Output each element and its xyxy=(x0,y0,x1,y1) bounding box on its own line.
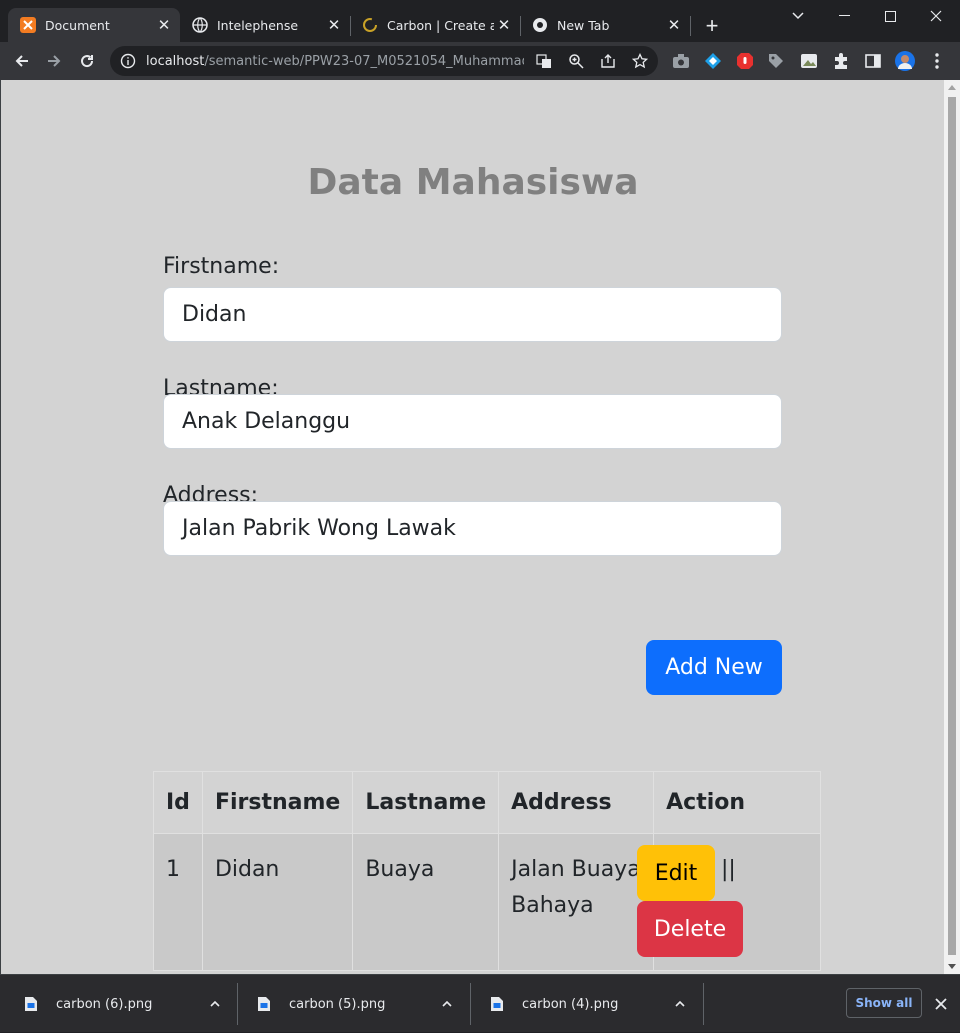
scroll-up-icon[interactable] xyxy=(948,85,956,90)
download-filename: carbon (4).png xyxy=(522,996,619,1012)
profile-avatar[interactable] xyxy=(895,51,915,71)
add-new-button[interactable]: Add New xyxy=(646,640,782,695)
tab-carbon[interactable]: Carbon | Create and ✕ xyxy=(350,8,520,42)
bookmark-star-icon[interactable] xyxy=(632,53,648,69)
chrome-icon xyxy=(532,17,548,33)
show-all-button[interactable]: Show all xyxy=(846,988,922,1018)
download-item[interactable]: carbon (4).png xyxy=(490,975,696,1033)
download-filename: carbon (6).png xyxy=(56,996,153,1012)
chevron-up-icon[interactable] xyxy=(208,997,222,1011)
camera-extension-icon[interactable] xyxy=(672,52,690,70)
close-downloads-icon[interactable] xyxy=(932,995,950,1013)
tab-search-icon[interactable] xyxy=(775,0,821,32)
page-viewport: Data Mahasiswa Firstname: Didan Lastname… xyxy=(0,80,960,974)
zoom-icon[interactable] xyxy=(568,53,584,69)
cell-firstname: Didan xyxy=(201,833,354,971)
globe-icon xyxy=(192,17,208,33)
close-tab-icon[interactable]: ✕ xyxy=(664,15,684,35)
action-separator: || xyxy=(721,857,736,882)
page-title: Data Mahasiswa xyxy=(307,162,639,203)
tab-divider xyxy=(690,16,691,36)
minimize-icon[interactable] xyxy=(821,0,867,32)
cell-lastname: Buaya xyxy=(352,833,500,971)
close-tab-icon[interactable]: ✕ xyxy=(324,15,344,35)
firstname-input[interactable]: Didan xyxy=(163,287,782,342)
maximize-icon[interactable] xyxy=(867,0,913,32)
download-item[interactable]: carbon (6).png xyxy=(24,975,230,1033)
tab-title: Document xyxy=(45,17,110,33)
cell-address: Jalan Buaya Bahaya xyxy=(498,833,655,971)
scrollbar-thumb[interactable] xyxy=(948,97,956,955)
address-bar[interactable]: localhost/semantic-web/PPW23-07_M0521054… xyxy=(110,46,658,76)
page-scrollbar[interactable] xyxy=(944,80,960,974)
reload-icon[interactable] xyxy=(73,47,101,75)
screenshot-extension-icon[interactable] xyxy=(800,52,818,70)
tab-new-tab[interactable]: New Tab ✕ xyxy=(520,8,690,42)
edit-button[interactable]: Edit xyxy=(637,845,715,901)
site-info-icon[interactable] xyxy=(120,53,136,69)
chevron-up-icon[interactable] xyxy=(673,997,687,1011)
carbon-icon xyxy=(362,17,378,33)
xampp-icon xyxy=(20,17,36,33)
firstname-label: Firstname: xyxy=(163,254,280,279)
download-divider xyxy=(470,983,471,1025)
file-image-icon xyxy=(258,997,270,1011)
cell-id: 1 xyxy=(153,833,203,971)
downloads-bar: carbon (6).png carbon (5).png carbon (4)… xyxy=(0,974,960,1032)
menu-kebab-icon[interactable] xyxy=(928,52,946,70)
table-header-row: Id Firstname Lastname Address Action xyxy=(153,771,822,834)
delete-button[interactable]: Delete xyxy=(637,901,743,957)
adblock-extension-icon[interactable] xyxy=(736,52,754,70)
url-host: localhost xyxy=(146,53,205,69)
browser-toolbar: localhost/semantic-web/PPW23-07_M0521054… xyxy=(0,42,960,80)
url-path: /semantic-web/PPW23-07_M0521054_Muhammad… xyxy=(204,53,524,69)
download-item[interactable]: carbon (5).png xyxy=(257,975,463,1033)
tab-document[interactable]: Document ✕ xyxy=(8,8,180,42)
column-header-action: Action xyxy=(653,771,822,834)
lastname-input[interactable]: Anak Delanggu xyxy=(163,394,782,449)
side-panel-icon[interactable] xyxy=(864,52,882,70)
download-divider xyxy=(703,983,704,1025)
column-header-id: Id xyxy=(153,771,203,834)
column-header-lastname: Lastname xyxy=(352,771,500,834)
new-tab-button[interactable]: + xyxy=(700,12,724,40)
tab-strip: Document ✕ Intelephense ✕ Carbon | Creat… xyxy=(0,0,960,42)
translate-icon[interactable] xyxy=(536,53,552,69)
extensions-puzzle-icon[interactable] xyxy=(832,52,850,70)
chevron-up-icon[interactable] xyxy=(440,997,454,1011)
file-image-icon xyxy=(491,997,503,1011)
forward-icon[interactable] xyxy=(40,47,68,75)
tab-title: New Tab xyxy=(557,17,610,33)
url-text: localhost/semantic-web/PPW23-07_M0521054… xyxy=(146,54,524,69)
tab-intelephense[interactable]: Intelephense ✕ xyxy=(180,8,350,42)
download-divider xyxy=(237,983,238,1025)
file-image-icon xyxy=(25,997,37,1011)
diamond-extension-icon[interactable] xyxy=(704,52,722,70)
share-icon[interactable] xyxy=(600,53,616,69)
column-header-address: Address xyxy=(498,771,655,834)
tab-title: Carbon | Create and xyxy=(387,17,494,33)
close-tab-icon[interactable]: ✕ xyxy=(154,15,174,35)
column-header-firstname: Firstname xyxy=(201,771,354,834)
tab-title: Intelephense xyxy=(217,17,299,33)
window-close-icon[interactable] xyxy=(913,0,959,32)
scroll-down-icon[interactable] xyxy=(948,964,956,969)
back-icon[interactable] xyxy=(8,47,36,75)
download-filename: carbon (5).png xyxy=(289,996,386,1012)
address-input[interactable]: Jalan Pabrik Wong Lawak xyxy=(163,501,782,556)
tag-extension-icon[interactable] xyxy=(767,52,785,70)
close-tab-icon[interactable]: ✕ xyxy=(494,15,514,35)
